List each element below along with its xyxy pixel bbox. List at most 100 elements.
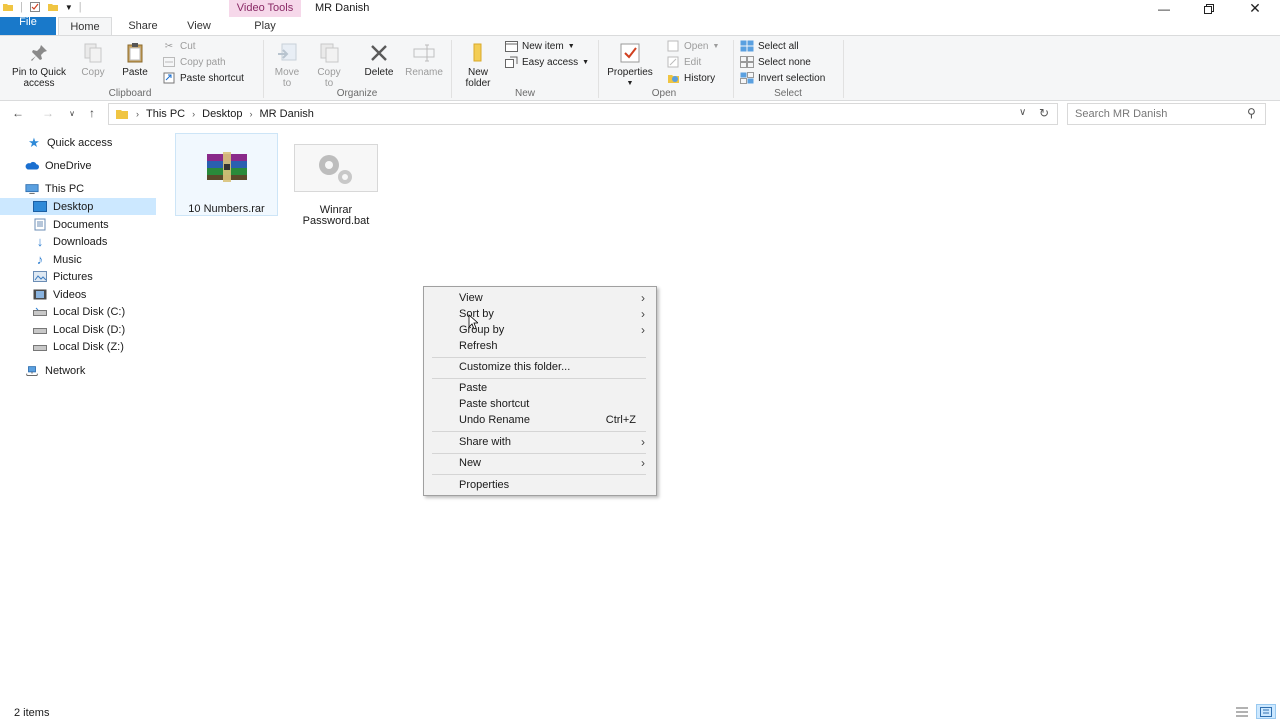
tab-play[interactable]: Play <box>234 17 296 35</box>
cut-button[interactable]: ✂ Cut <box>162 39 196 53</box>
tab-share[interactable]: Share <box>117 17 169 35</box>
new-item-icon <box>504 40 518 52</box>
properties-check-icon[interactable] <box>29 1 41 13</box>
menu-item-sort-by[interactable]: Sort by › <box>425 306 655 322</box>
new-folder-icon[interactable] <box>47 1 59 13</box>
address-bar[interactable]: › This PC › Desktop › MR Danish ∨ ↻ <box>108 103 1058 125</box>
breadcrumb-desktop[interactable]: Desktop <box>202 108 242 120</box>
chevron-right-icon: › <box>641 307 645 321</box>
up-button[interactable]: ↑ <box>84 105 100 121</box>
rename-button[interactable]: Rename <box>402 42 446 78</box>
menu-item-paste[interactable]: Paste <box>425 380 655 396</box>
ribbon-separator <box>733 40 734 98</box>
refresh-icon[interactable]: ↻ <box>1039 106 1049 120</box>
history-label: History <box>684 72 716 84</box>
easy-access-button[interactable]: Easy access ▼ <box>504 55 589 69</box>
menu-item-properties[interactable]: Properties <box>425 477 655 493</box>
menu-item-refresh[interactable]: Refresh <box>425 338 655 354</box>
open-button[interactable]: Open ▼ <box>666 39 719 53</box>
menu-item-paste-shortcut[interactable]: Paste shortcut <box>425 396 655 412</box>
menu-separator <box>432 431 646 432</box>
paste-button[interactable]: Paste <box>119 42 151 78</box>
file-item-winrar-password-bat[interactable]: Winrar Password.bat <box>289 140 383 230</box>
breadcrumb-this-pc[interactable]: This PC <box>146 108 185 120</box>
qat-dropdown-icon[interactable]: ▼ <box>65 3 73 12</box>
edit-label: Edit <box>684 56 702 68</box>
nav-label: Documents <box>53 218 109 231</box>
breadcrumb-mr-danish[interactable]: MR Danish <box>259 108 313 120</box>
back-arrow-icon: ← <box>12 106 24 120</box>
nav-item-local-disk-z[interactable]: Local Disk (Z:) <box>0 338 156 355</box>
nav-item-pictures[interactable]: Pictures <box>0 268 156 285</box>
menu-item-view[interactable]: View › <box>425 290 655 306</box>
pin-to-quick-access-button[interactable]: Pin to Quick access <box>4 42 74 89</box>
copy-to-button[interactable]: Copy to <box>312 42 346 89</box>
nav-item-music[interactable]: ♪ Music <box>0 251 156 268</box>
nav-item-local-disk-c[interactable]: Local Disk (C:) <box>0 303 156 320</box>
delete-button[interactable]: Delete <box>361 42 397 78</box>
winrar-archive-icon <box>207 152 247 182</box>
menu-item-label: Undo Rename <box>459 414 530 426</box>
disk-icon <box>33 340 47 353</box>
nav-item-documents[interactable]: Documents <box>0 216 156 233</box>
chevron-right-icon[interactable]: › <box>136 109 139 119</box>
tab-home[interactable]: Home <box>58 17 112 36</box>
restore-button[interactable] <box>1186 0 1232 17</box>
close-button[interactable]: ✕ <box>1232 0 1278 17</box>
network-icon <box>25 364 39 377</box>
large-icons-view-button[interactable] <box>1256 704 1276 719</box>
back-button[interactable]: ← <box>10 105 26 121</box>
details-view-button[interactable] <box>1235 706 1249 720</box>
menu-item-group-by[interactable]: Group by › <box>425 322 655 338</box>
paste-shortcut-button[interactable]: Paste shortcut <box>162 71 244 85</box>
file-item-10-numbers-rar[interactable]: 10 Numbers.rar <box>175 133 278 216</box>
address-dropdown-icon[interactable]: ∨ <box>1019 107 1026 118</box>
pin-label: Pin to Quick access <box>12 67 66 89</box>
select-none-button[interactable]: Select none <box>740 55 811 69</box>
menu-separator <box>432 474 646 475</box>
easy-access-label: Easy access <box>522 56 579 68</box>
menu-item-new[interactable]: New › <box>425 455 655 471</box>
recent-locations-button[interactable]: ∨ <box>64 105 80 121</box>
nav-item-this-pc[interactable]: This PC <box>0 180 156 197</box>
menu-item-share-with[interactable]: Share with › <box>425 434 655 450</box>
invert-selection-button[interactable]: Invert selection <box>740 71 825 85</box>
rename-icon <box>413 44 435 62</box>
ribbon-separator <box>263 40 264 98</box>
menu-item-customize-folder[interactable]: Customize this folder... <box>425 359 655 375</box>
nav-item-quick-access[interactable]: ★ Quick access <box>0 134 156 151</box>
up-arrow-icon: ↑ <box>89 106 95 120</box>
nav-item-desktop[interactable]: Desktop <box>0 198 156 215</box>
tab-file[interactable]: File <box>0 17 56 35</box>
nav-item-videos[interactable]: Videos <box>0 286 156 303</box>
menu-item-undo-rename[interactable]: Undo Rename Ctrl+Z <box>425 412 655 428</box>
move-to-button[interactable]: Move to <box>270 42 304 89</box>
pictures-icon <box>33 270 47 283</box>
dropdown-arrow-icon: ▼ <box>712 42 720 50</box>
chevron-right-icon[interactable]: › <box>192 109 195 119</box>
copy-button[interactable]: Copy <box>78 42 108 78</box>
nav-label: Pictures <box>53 270 93 283</box>
nav-item-downloads[interactable]: ↓ Downloads <box>0 233 156 250</box>
tab-view[interactable]: View <box>176 17 222 35</box>
quick-access-toolbar: | ▼ | <box>2 1 82 13</box>
properties-button[interactable]: Properties ▼ <box>603 42 657 89</box>
new-folder-button[interactable]: New folder <box>456 42 500 89</box>
nav-item-local-disk-d[interactable]: Local Disk (D:) <box>0 321 156 338</box>
invert-selection-icon <box>740 72 754 84</box>
select-all-button[interactable]: Select all <box>740 39 799 53</box>
search-input[interactable]: Search MR Danish <box>1067 103 1266 125</box>
chevron-right-icon[interactable]: › <box>249 109 252 119</box>
minimize-button[interactable]: — <box>1141 0 1187 17</box>
new-item-button[interactable]: New item ▼ <box>504 39 575 53</box>
nav-item-onedrive[interactable]: OneDrive <box>0 157 156 174</box>
copy-path-button[interactable]: Copy path <box>162 55 226 69</box>
title-bar: | ▼ | Video Tools MR Danish — ✕ <box>0 0 1280 17</box>
edit-button[interactable]: Edit <box>666 55 701 69</box>
search-icon[interactable]: ⚲ <box>1247 106 1256 120</box>
forward-button[interactable]: → <box>40 105 56 121</box>
dropdown-arrow-icon: ▼ <box>567 42 575 50</box>
history-icon <box>666 72 680 84</box>
nav-item-network[interactable]: Network <box>0 362 156 379</box>
history-button[interactable]: History <box>666 71 715 85</box>
